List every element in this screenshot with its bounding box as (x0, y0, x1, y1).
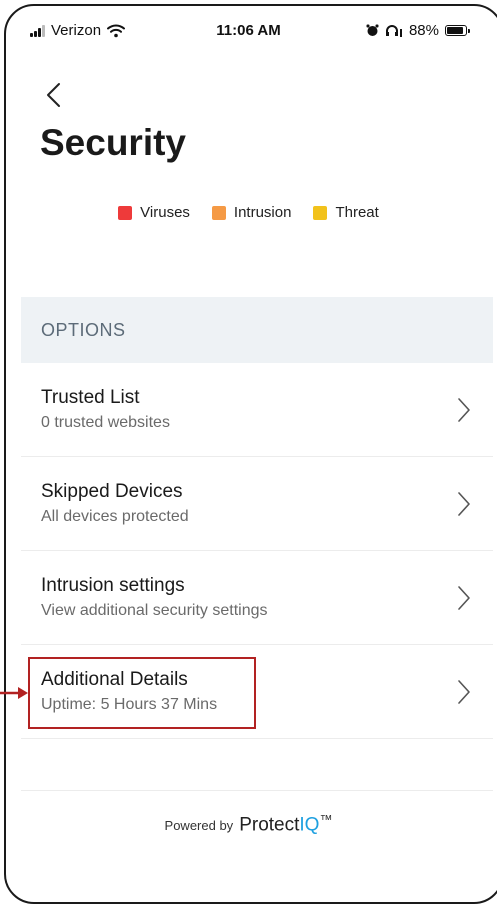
brand-name: Protect (239, 814, 300, 836)
alarm-icon (366, 24, 379, 36)
legend-item-threat: Threat (313, 204, 379, 221)
trademark-mark: ™ (319, 812, 333, 827)
brand-accent: IQ (299, 814, 320, 836)
option-trusted-list[interactable]: Trusted List 0 trusted websites (21, 363, 493, 457)
option-subtitle: 0 trusted websites (41, 414, 170, 431)
option-subtitle: All devices protected (41, 508, 189, 525)
legend-swatch-threat (313, 205, 328, 220)
brand-logo: ProtectIQ™ (239, 812, 332, 836)
back-button[interactable] (38, 78, 72, 112)
legend-swatch-viruses (118, 205, 133, 220)
chevron-right-icon (458, 492, 470, 516)
status-bar: Verizon 11:06 AM 88% (0, 0, 497, 60)
headphones-icon (385, 25, 402, 37)
option-title: Additional Details (41, 669, 188, 690)
option-subtitle: Uptime: 5 Hours 37 Mins (41, 696, 218, 713)
option-intrusion-settings[interactable]: Intrusion settings View additional secur… (21, 551, 493, 645)
chevron-right-icon (458, 398, 470, 422)
legend-label: Viruses (140, 204, 190, 221)
status-right: 88% (366, 22, 470, 39)
footer: Powered by ProtectIQ™ (0, 812, 497, 836)
chevron-right-icon (458, 586, 470, 610)
powered-by-text: Powered by (164, 818, 234, 834)
page-title: Security (40, 122, 187, 163)
battery-percent: 88% (408, 22, 439, 39)
option-skipped-devices[interactable]: Skipped Devices All devices protected (21, 457, 493, 551)
option-additional-details[interactable]: Additional Details Uptime: 5 Hours 37 Mi… (21, 645, 493, 739)
battery-icon (445, 25, 470, 36)
legend-label: Intrusion (233, 204, 292, 221)
legend-item-viruses: Viruses (118, 204, 190, 221)
option-title: Skipped Devices (41, 481, 183, 502)
annotation-arrow-icon (0, 687, 28, 699)
options-list: Trusted List 0 trusted websites Skipped … (21, 363, 493, 739)
option-title: Trusted List (41, 387, 140, 408)
battery-fill (447, 27, 463, 34)
legend-swatch-intrusion (211, 205, 226, 220)
option-subtitle: View additional security settings (41, 602, 268, 619)
chevron-right-icon (458, 680, 470, 704)
legend-item-intrusion: Intrusion (211, 204, 292, 221)
legend-label: Threat (335, 204, 379, 221)
options-section-header: OPTIONS (21, 297, 493, 363)
option-title: Intrusion settings (41, 575, 185, 596)
footer-divider (21, 790, 493, 791)
legend: Viruses Intrusion Threat (0, 204, 497, 221)
chevron-left-icon (47, 83, 60, 107)
